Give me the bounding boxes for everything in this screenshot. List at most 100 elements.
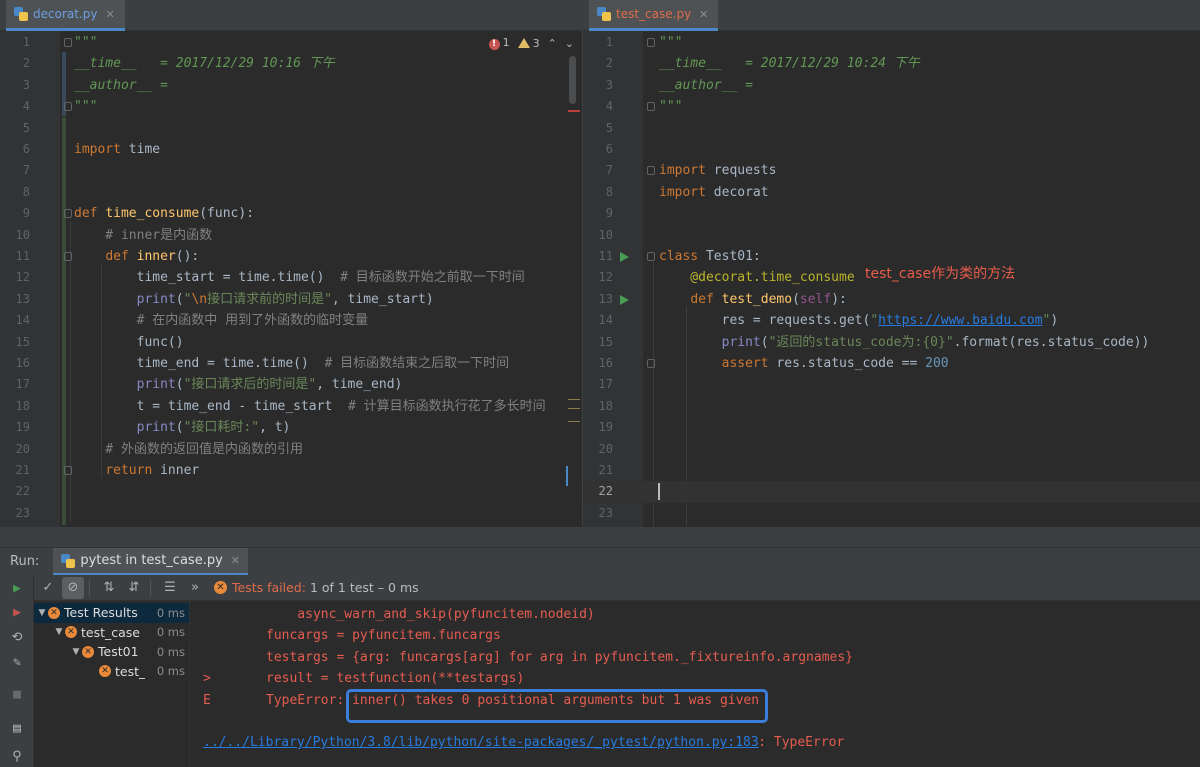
code-line[interactable]: 7 import requests xyxy=(583,160,1200,181)
code-line[interactable]: 19 print("接口耗时:", t) xyxy=(0,417,582,438)
inspection-errors[interactable]: ! 1 xyxy=(488,36,510,50)
rerun-icon[interactable]: ▶ xyxy=(9,581,25,597)
chevron-down-icon[interactable]: ▼ xyxy=(36,608,48,618)
fold-icon[interactable] xyxy=(64,466,72,475)
close-tab-icon[interactable]: ✕ xyxy=(699,8,708,21)
fold-icon[interactable] xyxy=(647,359,655,368)
right-code-area[interactable]: 1 """ 2 __time__ = 2017/12/29 10:24 下午 3 __au… xyxy=(583,31,1200,527)
code-line[interactable]: 19 xyxy=(583,417,1200,438)
warning-stripe-marker[interactable] xyxy=(568,399,580,400)
fold-icon[interactable] xyxy=(647,252,655,261)
tree-node[interactable]: ▼ ✕ Test Results 0 ms xyxy=(34,603,189,623)
right-editor-pane[interactable]: test_case.py ✕ 1 """ 2 __time__ = 2017/12/2… xyxy=(583,0,1200,527)
sort-alphabetically-icon[interactable]: ⇅ xyxy=(98,577,120,599)
left-code-area[interactable]: 1 """ 2 __time__ = 2017/12/29 10:16 下午 3 __au… xyxy=(0,31,582,527)
left-editor-pane[interactable]: decorat.py ✕ 1 """ 2 __time__ = 2017/12/29 … xyxy=(0,0,582,527)
wrench-icon[interactable]: ✎ xyxy=(9,655,25,671)
code-line[interactable]: 2 __time__ = 2017/12/29 10:24 下午 xyxy=(583,53,1200,74)
code-line[interactable]: 6 import time xyxy=(0,139,582,160)
code-line[interactable]: 3 __author__ = xyxy=(583,75,1200,96)
run-config-tab[interactable]: pytest in test_case.py ✕ xyxy=(53,548,248,575)
code-line[interactable]: 10 # inner是内函数 xyxy=(0,225,582,246)
console-output[interactable]: E TypeError: inner() takes 0 positional a… xyxy=(191,601,1200,767)
code-line[interactable]: 11 def inner(): xyxy=(0,246,582,267)
show-ignored-icon[interactable]: ⊘ xyxy=(62,576,84,599)
code-line[interactable]: 3 __author__ = xyxy=(0,75,582,96)
fold-icon[interactable] xyxy=(64,38,72,47)
code-line[interactable]: 23 xyxy=(0,503,582,524)
inspection-widget[interactable]: ! 1 3 ⌃ ⌄ xyxy=(488,36,574,50)
more-actions-icon[interactable]: » xyxy=(184,577,206,599)
code-line[interactable]: 16 time_end = time.time() # 目标函数结束之后取一下时… xyxy=(0,353,582,374)
code-line[interactable]: 21 return inner xyxy=(0,460,582,481)
code-line[interactable]: 7 xyxy=(0,160,582,181)
code-line[interactable]: 2 __time__ = 2017/12/29 10:16 下午 xyxy=(0,53,582,74)
code-line[interactable]: 14 # 在内函数中 用到了外函数的临时变量 xyxy=(0,310,582,331)
rerun-failed-icon[interactable]: ▶ xyxy=(9,605,25,621)
fold-icon[interactable] xyxy=(647,38,655,47)
fold-icon[interactable] xyxy=(647,166,655,176)
left-scrollbar[interactable] xyxy=(569,56,576,104)
show-passed-icon[interactable]: ✓ xyxy=(37,577,59,599)
code-line[interactable]: 13 print("\n接口请求前的时间是", time_start) xyxy=(0,289,582,310)
code-line[interactable]: 22 xyxy=(583,481,1200,503)
code-line[interactable]: 23 xyxy=(583,503,1200,524)
tree-node[interactable]: ▼ ✕ Test01 0 ms xyxy=(34,642,189,662)
chevron-up-icon[interactable]: ⌃ xyxy=(548,37,557,50)
layout-icon[interactable]: ▤ xyxy=(9,721,25,737)
code-line[interactable]: 21 xyxy=(583,460,1200,481)
code-line[interactable]: 15 func() xyxy=(0,332,582,353)
code-line[interactable]: 6 xyxy=(583,139,1200,160)
warning-stripe-marker[interactable] xyxy=(568,421,580,422)
code-line[interactable]: 10 xyxy=(583,225,1200,246)
tab-test-case-py[interactable]: test_case.py ✕ xyxy=(589,0,719,31)
error-stripe-marker[interactable] xyxy=(568,110,580,112)
code-line[interactable]: 16 assert res.status_code == 200 xyxy=(583,353,1200,374)
tree-node[interactable]: ✕ test_ 0 ms xyxy=(34,662,189,682)
code-line[interactable]: 18 xyxy=(583,396,1200,417)
code-line[interactable]: 15 print("返回的status_code为:{0}".format(re… xyxy=(583,332,1200,353)
code-line[interactable]: 8 import decorat xyxy=(583,182,1200,203)
code-line[interactable]: 17 print("接口请求后的时间是", time_end) xyxy=(0,374,582,395)
code-line[interactable]: 4 """ xyxy=(0,96,582,117)
test-results-tree[interactable]: ▼ ✕ Test Results 0 ms ▼ ✕ test_case 0 ms ▼ ✕ Test0… xyxy=(34,601,190,767)
toggle-auto-test-icon[interactable]: ⟲ xyxy=(9,630,25,646)
code-line[interactable]: 4 """ xyxy=(583,96,1200,117)
fold-icon[interactable] xyxy=(64,209,72,219)
chevron-down-icon[interactable]: ⌄ xyxy=(565,37,574,50)
source-file-link[interactable]: ../../Library/Python/3.8/lib/python/site… xyxy=(203,732,759,753)
code-line[interactable]: 17 xyxy=(583,374,1200,395)
code-line[interactable]: 5 xyxy=(583,118,1200,139)
code-line[interactable]: 18 t = time_end - time_start # 计算目标函数执行花… xyxy=(0,396,582,417)
fold-icon[interactable] xyxy=(647,102,655,112)
code-line[interactable]: 9 xyxy=(583,203,1200,224)
code-line[interactable]: 5 xyxy=(0,118,582,139)
fold-icon[interactable] xyxy=(64,102,72,112)
close-tab-icon[interactable]: ✕ xyxy=(231,554,240,567)
sort-by-duration-icon[interactable]: ⇵ xyxy=(123,577,145,599)
chevron-down-icon[interactable]: ▼ xyxy=(53,627,65,637)
chevron-down-icon[interactable]: ▼ xyxy=(70,647,82,657)
expand-all-icon[interactable]: ☰ xyxy=(159,577,181,599)
code-line[interactable]: 20 # 外函数的返回值是内函数的引用 xyxy=(0,439,582,460)
close-tab-icon[interactable]: ✕ xyxy=(105,8,114,21)
code-line[interactable]: 20 xyxy=(583,439,1200,460)
code-line[interactable]: 13 def test_demo(self): xyxy=(583,289,1200,310)
pin-icon[interactable]: ⚲ xyxy=(9,749,25,765)
tab-decorat-py[interactable]: decorat.py ✕ xyxy=(6,0,125,31)
code-line[interactable]: 14 res = requests.get("https://www.baidu… xyxy=(583,310,1200,331)
code-line[interactable]: 1 """ xyxy=(583,32,1200,53)
code-line[interactable]: 8 xyxy=(0,182,582,203)
code-line[interactable]: 22 xyxy=(0,481,582,502)
code-line[interactable]: 9 def time_consume(func): xyxy=(0,203,582,224)
run-triangle-icon[interactable] xyxy=(620,294,629,305)
fold-icon[interactable] xyxy=(64,252,72,261)
inspection-warnings[interactable]: 3 xyxy=(517,37,540,50)
stop-icon[interactable]: ■ xyxy=(9,687,25,703)
tree-node[interactable]: ▼ ✕ test_case 0 ms xyxy=(34,623,189,643)
warning-stripe-marker[interactable] xyxy=(568,408,580,409)
code-token: test_demo xyxy=(721,291,793,307)
tool-window-splitter[interactable] xyxy=(0,527,1200,548)
code-line[interactable]: 12 time_start = time.time() # 目标函数开始之前取一… xyxy=(0,267,582,288)
run-triangle-icon[interactable] xyxy=(620,252,629,262)
